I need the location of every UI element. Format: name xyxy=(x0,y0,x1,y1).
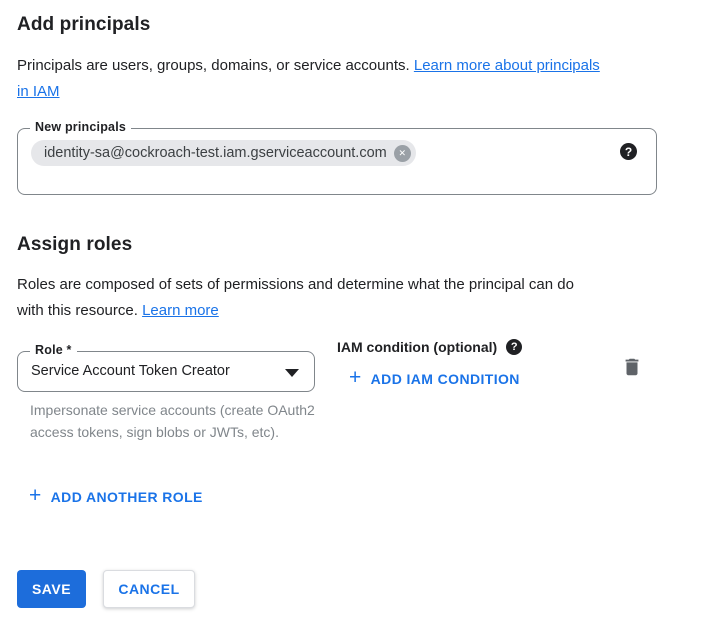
add-iam-condition-label: ADD IAM CONDITION xyxy=(371,371,520,387)
dropdown-arrow-icon xyxy=(285,369,299,377)
save-button[interactable]: SAVE xyxy=(17,570,86,608)
roles-description-line2: with this resource. xyxy=(17,302,138,319)
add-another-role-button[interactable]: + ADD ANOTHER ROLE xyxy=(29,489,203,505)
iam-condition-label: IAM condition (optional) xyxy=(337,339,497,355)
new-principals-label: New principals xyxy=(30,120,131,134)
chip-remove-icon[interactable]: ✕ xyxy=(394,145,411,162)
principal-chip-text: identity-sa@cockroach-test.iam.gservicea… xyxy=(44,145,387,161)
trash-icon xyxy=(621,356,643,378)
add-another-role-label: ADD ANOTHER ROLE xyxy=(51,489,203,505)
principal-chip: identity-sa@cockroach-test.iam.gservicea… xyxy=(31,140,416,166)
intro-text: Principals are users, groups, domains, o… xyxy=(17,57,410,74)
plus-icon: + xyxy=(29,488,42,504)
learn-more-principals-line1: Learn more about principals xyxy=(414,57,600,74)
role-label: Role * xyxy=(30,343,77,357)
help-icon[interactable]: ? xyxy=(506,339,522,355)
plus-icon: + xyxy=(349,370,362,386)
role-helper-text: Impersonate service accounts (create OAu… xyxy=(30,399,320,443)
new-principals-field[interactable]: New principals identity-sa@cockroach-tes… xyxy=(17,128,657,195)
role-select[interactable]: Role * Service Account Token Creator xyxy=(17,351,315,392)
page-title: Add principals xyxy=(17,14,150,36)
learn-more-principals-line2: in IAM xyxy=(17,83,60,100)
intro-paragraph: Principals are users, groups, domains, o… xyxy=(17,53,682,105)
roles-description-line1: Roles are composed of sets of permission… xyxy=(17,276,574,293)
footer-actions: SAVE CANCEL xyxy=(17,570,195,608)
learn-more-roles-link[interactable]: Learn more xyxy=(142,302,219,319)
add-iam-condition-button[interactable]: + ADD IAM CONDITION xyxy=(349,371,520,387)
cancel-button[interactable]: CANCEL xyxy=(103,570,195,608)
help-icon[interactable]: ? xyxy=(620,143,637,160)
delete-role-button[interactable] xyxy=(618,353,646,381)
add-principals-dialog: Add principals Principals are users, gro… xyxy=(0,0,713,629)
roles-description: Roles are composed of sets of permission… xyxy=(17,272,697,324)
role-selected-value: Service Account Token Creator xyxy=(31,363,230,379)
iam-condition-label-row: IAM condition (optional) ? xyxy=(337,339,522,355)
assign-roles-title: Assign roles xyxy=(17,234,132,256)
